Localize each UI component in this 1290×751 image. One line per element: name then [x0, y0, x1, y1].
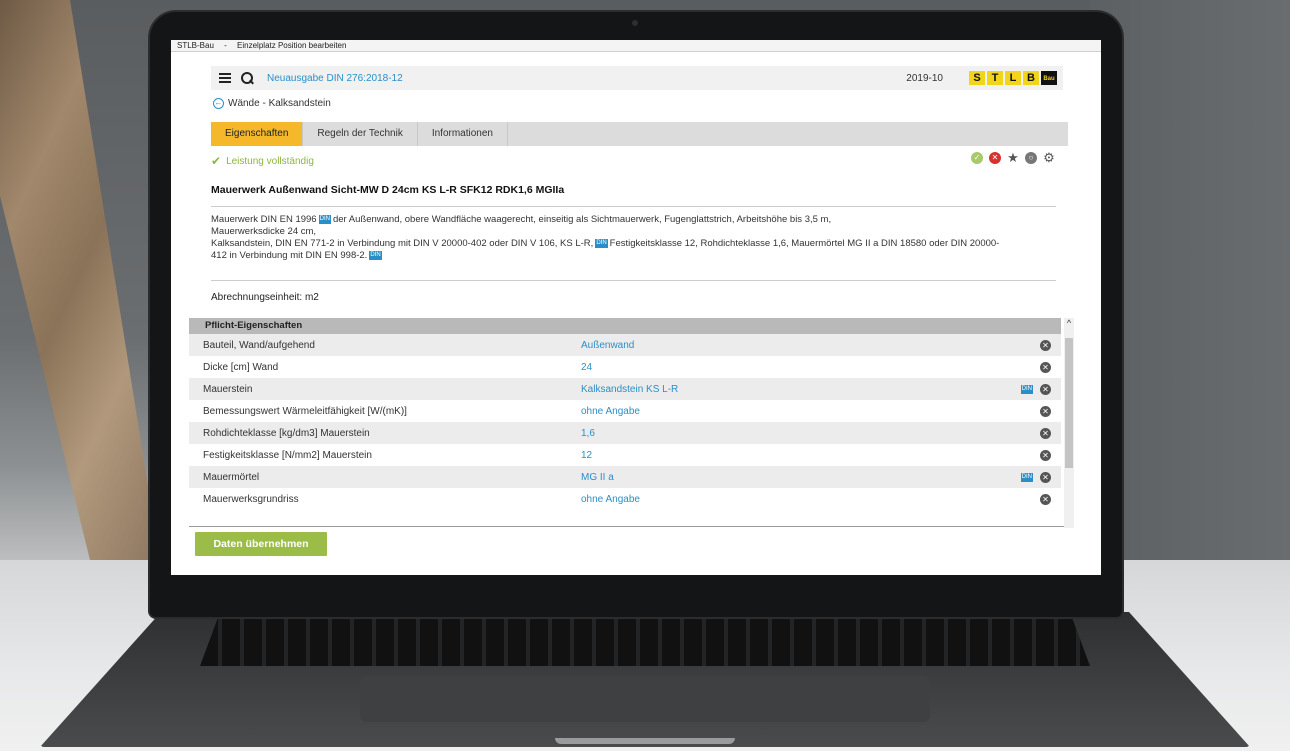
din-badge[interactable]: DIN — [1020, 384, 1033, 394]
camera-icon — [632, 20, 638, 26]
checkmark-icon: ✔ — [211, 154, 222, 168]
property-value[interactable]: ohne Angabe — [569, 494, 640, 505]
scroll-up-icon[interactable]: ^ — [1064, 318, 1074, 328]
property-label: Mauerwerksgrundriss — [203, 493, 299, 505]
tab-eigenschaften[interactable]: Eigenschaften — [211, 122, 304, 146]
property-value[interactable]: Außenwand — [569, 340, 634, 351]
clear-value-icon[interactable]: ✕ — [1040, 471, 1051, 483]
property-row[interactable]: Festigkeitsklasse [N/mm2] Mauerstein 12 ✕ — [189, 444, 1061, 466]
top-toolbar: Neuausgabe DIN 276:2018-12 2019-10 S T L… — [211, 66, 1063, 90]
din-badge[interactable]: DIN — [595, 238, 608, 248]
property-label: Festigkeitsklasse [N/mm2] Mauerstein — [203, 449, 372, 461]
property-value[interactable]: 12 — [569, 450, 592, 461]
divider — [211, 280, 1056, 281]
tab-informationen[interactable]: Informationen — [418, 122, 508, 146]
logo-letter: L — [1005, 71, 1021, 85]
din-badge[interactable]: DIN — [1020, 472, 1033, 482]
clear-value-icon[interactable]: ✕ — [1040, 449, 1051, 461]
property-value[interactable]: 1,6 — [569, 428, 595, 439]
property-row[interactable]: Mauermörtel MG II a DIN ✕ — [189, 466, 1061, 488]
delete-icon[interactable]: ✕ — [989, 152, 1001, 164]
star-icon[interactable]: ★ — [1007, 151, 1019, 164]
clear-value-icon[interactable]: ✕ — [1040, 405, 1051, 417]
property-label: Bauteil, Wand/aufgehend — [203, 339, 315, 351]
properties-table: Pflicht-Eigenschaften Bauteil, Wand/aufg… — [189, 318, 1061, 528]
back-arrow-icon[interactable]: ← — [213, 98, 224, 109]
laptop-trackpad — [360, 676, 930, 722]
breadcrumb[interactable]: ← Wände - Kalksandstein — [213, 98, 331, 109]
status-indicator: ✔ Leistung vollständig — [211, 154, 314, 168]
clear-value-icon[interactable]: ✕ — [1040, 361, 1051, 373]
divider — [189, 526, 1064, 527]
property-label: Mauermörtel — [203, 471, 260, 483]
window-title: Einzelplatz Position bearbeiten — [237, 41, 347, 50]
clear-value-icon[interactable]: ✕ — [1040, 383, 1051, 395]
property-row[interactable]: Bauteil, Wand/aufgehend Außenwand ✕ — [189, 334, 1061, 356]
property-value[interactable]: ohne Angabe — [569, 406, 640, 417]
circle-icon[interactable]: ○ — [1025, 152, 1037, 164]
breadcrumb-label: Wände - Kalksandstein — [228, 98, 331, 109]
description-line: Mauerwerk DIN EN 1996 DIN der Außenwand, o… — [211, 214, 832, 225]
description-line: Mauerwerksdicke 24 cm, — [211, 226, 317, 237]
din-badge[interactable]: DIN — [318, 214, 331, 224]
clear-value-icon[interactable]: ✕ — [1040, 339, 1051, 351]
window-titlebar: STLB-Bau - Einzelplatz Position bearbeit… — [171, 40, 1101, 52]
property-row[interactable]: Mauerstein Kalksandstein KS L-R DIN ✕ — [189, 378, 1061, 400]
description-line: 412 in Verbindung mit DIN EN 998-2. DIN — [211, 250, 382, 261]
status-text: Leistung vollständig — [226, 155, 314, 167]
property-label: Rohdichteklasse [kg/dm3] Mauerstein — [203, 427, 370, 439]
scrollbar-thumb[interactable] — [1065, 338, 1073, 468]
logo-letter: B — [1023, 71, 1039, 85]
property-value[interactable]: MG II a — [569, 472, 614, 483]
property-label: Bemessungswert Wärmeleitfähigkeit [W/(mK… — [203, 405, 407, 417]
property-value[interactable]: Kalksandstein KS L-R — [569, 384, 678, 395]
position-title: Mauerwerk Außenwand Sicht-MW D 24cm KS L… — [211, 184, 565, 196]
laptop-hinge — [555, 738, 735, 744]
clear-value-icon[interactable]: ✕ — [1040, 493, 1051, 505]
stlb-logo: S T L B Bau — [969, 71, 1057, 85]
divider — [211, 206, 1056, 207]
position-description: Mauerwerk DIN EN 1996 DIN der Außenwand, o… — [211, 214, 1061, 262]
property-row[interactable]: Rohdichteklasse [kg/dm3] Mauerstein 1,6 ✕ — [189, 422, 1061, 444]
laptop-keyboard — [200, 618, 1090, 666]
gear-icon[interactable]: ⚙ — [1043, 151, 1055, 164]
menu-icon[interactable] — [219, 73, 231, 83]
tab-bar: Eigenschaften Regeln der Technik Informa… — [211, 122, 1068, 146]
title-separator: - — [224, 41, 227, 50]
logo-letter: S — [969, 71, 985, 85]
din-badge[interactable]: DIN — [369, 250, 382, 260]
property-row[interactable]: Bemessungswert Wärmeleitfähigkeit [W/(mK… — [189, 400, 1061, 422]
billing-unit: Abrechnungseinheit: m2 — [211, 292, 319, 303]
tab-regeln-der-technik[interactable]: Regeln der Technik — [303, 122, 418, 146]
properties-scrollbar[interactable]: ^ — [1064, 318, 1074, 528]
clear-value-icon[interactable]: ✕ — [1040, 427, 1051, 439]
logo-letter: T — [987, 71, 1003, 85]
property-row[interactable]: Dicke [cm] Wand 24 ✕ — [189, 356, 1061, 378]
app-name: STLB-Bau — [177, 41, 214, 50]
property-value[interactable]: 24 — [569, 362, 592, 373]
action-icons: ✓ ✕ ★ ○ ⚙ — [971, 151, 1055, 164]
app-screen: STLB-Bau - Einzelplatz Position bearbeit… — [171, 40, 1101, 575]
edition-link[interactable]: Neuausgabe DIN 276:2018-12 — [267, 73, 403, 84]
version-label: 2019-10 — [906, 72, 943, 84]
properties-header: Pflicht-Eigenschaften — [189, 318, 1061, 334]
description-line: Kalksandstein, DIN EN 771-2 in Verbindun… — [211, 238, 1000, 249]
search-icon[interactable] — [241, 72, 253, 84]
apply-data-button[interactable]: Daten übernehmen — [195, 532, 327, 556]
property-row[interactable]: Mauerwerksgrundriss ohne Angabe ✕ — [189, 488, 1061, 510]
logo-letter: Bau — [1041, 71, 1057, 85]
property-label: Mauerstein — [203, 383, 253, 395]
property-label: Dicke [cm] Wand — [203, 361, 279, 373]
check-icon[interactable]: ✓ — [971, 152, 983, 164]
